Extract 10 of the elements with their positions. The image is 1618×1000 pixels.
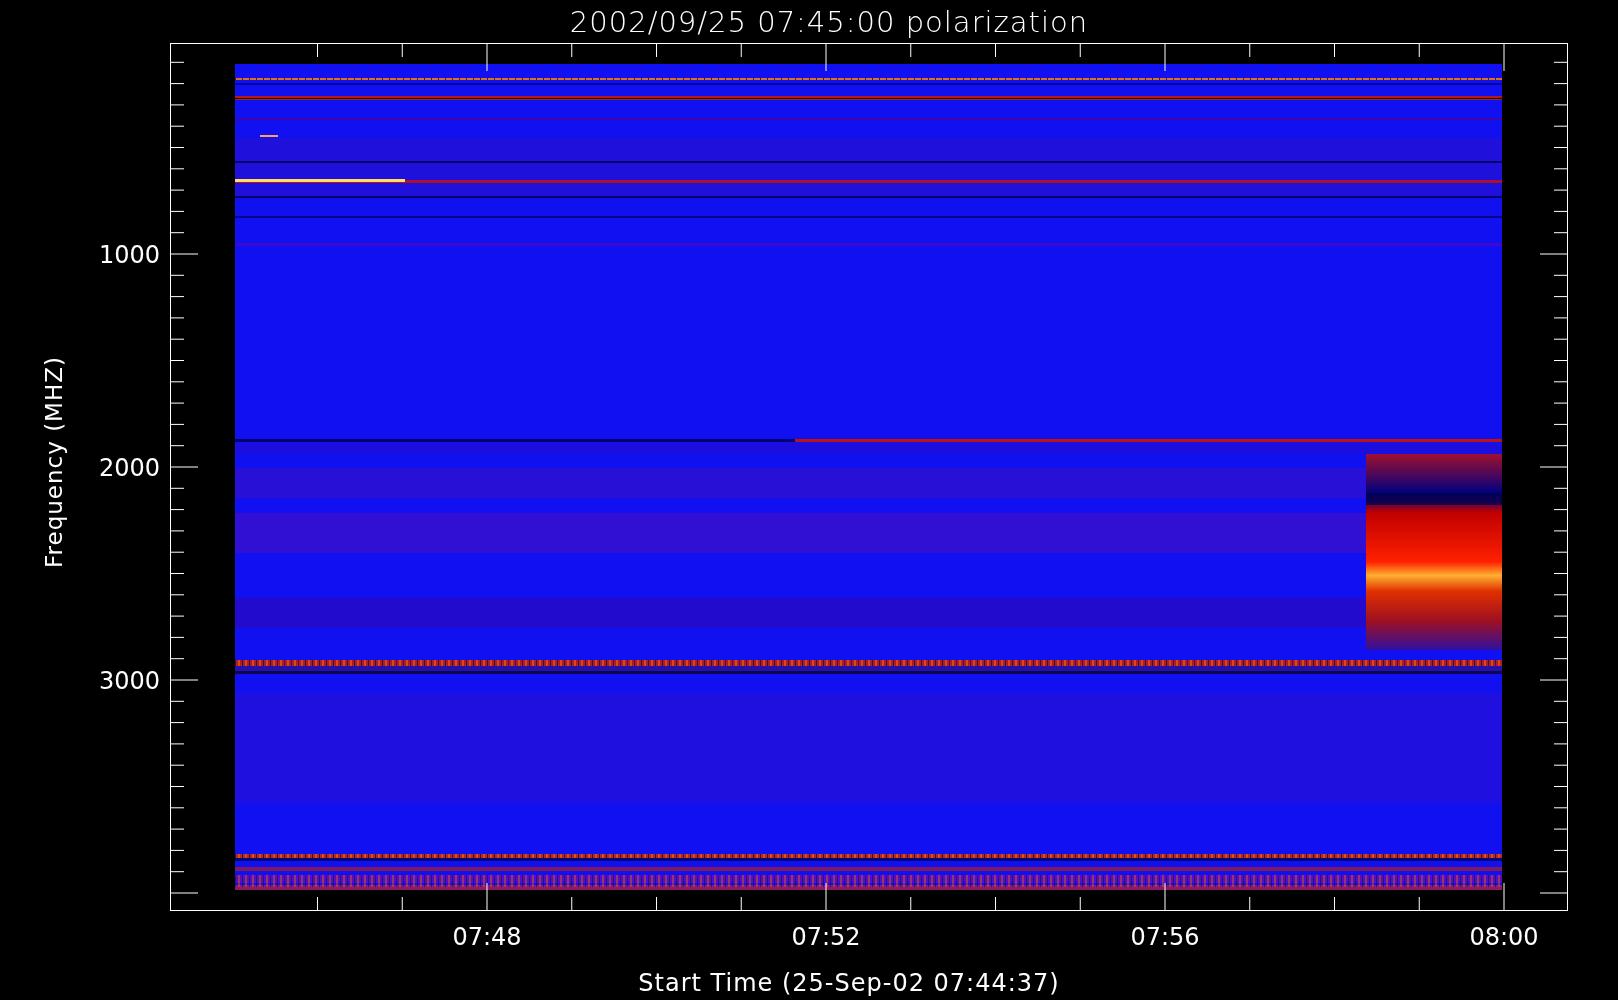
tick-label: 07:52 [791, 923, 861, 951]
tick-label: 08:00 [1469, 923, 1539, 951]
axis-title: Frequency (MHZ) [41, 356, 67, 568]
tick-label: 2000 [98, 454, 160, 482]
tick-label: 07:56 [1130, 923, 1200, 951]
tick-label: 3000 [98, 667, 160, 695]
tick-label: 1000 [98, 241, 160, 269]
tick-label: 07:48 [452, 923, 522, 951]
axis-title: Start Time (25-Sep-02 07:44:37) [638, 968, 1060, 998]
chart-title: 2002/09/25 07:45:00 polarization [569, 4, 1089, 39]
